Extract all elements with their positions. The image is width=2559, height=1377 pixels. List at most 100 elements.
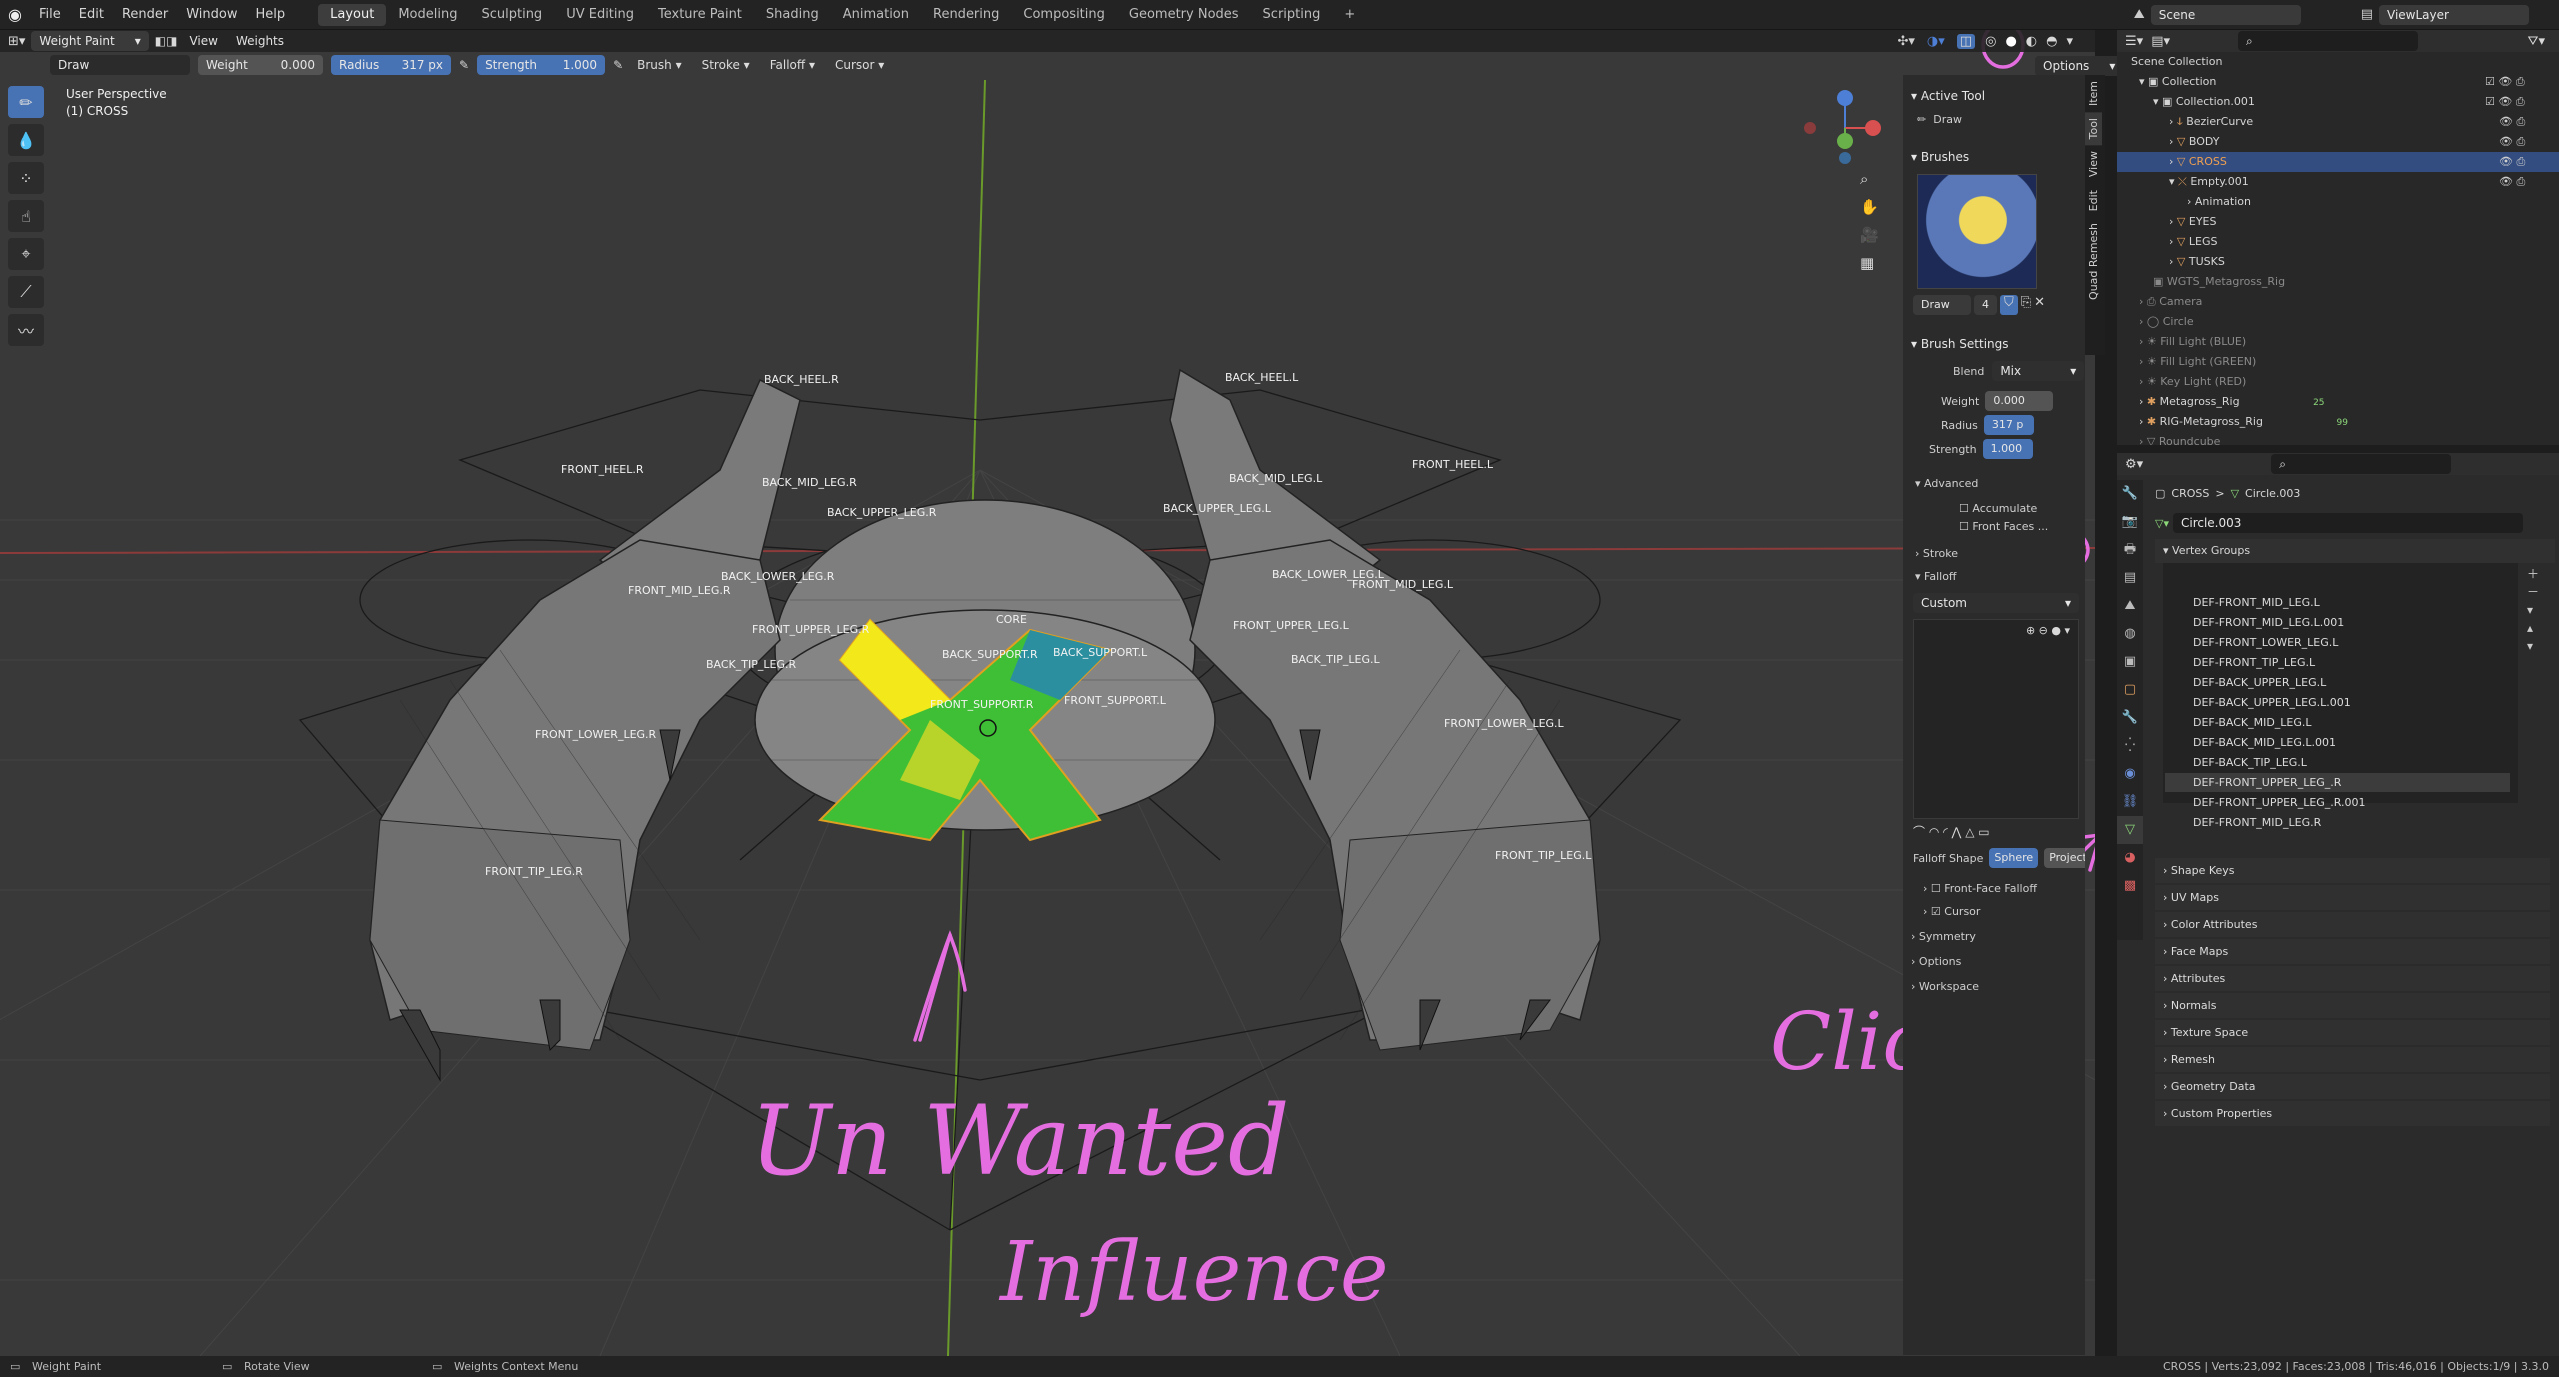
vertex-group-item[interactable]: DEF-BACK_UPPER_LEG.L.001 — [2165, 693, 2510, 712]
attributes-panel[interactable]: › Attributes — [2155, 966, 2550, 991]
face-maps-panel[interactable]: › Face Maps — [2155, 939, 2550, 964]
brush-dropdown[interactable]: Brush ▾ — [631, 58, 687, 72]
stroke-dropdown[interactable]: Stroke ▾ — [696, 58, 756, 72]
menu-view[interactable]: View — [183, 34, 223, 48]
cursor-dropdown[interactable]: Cursor ▾ — [829, 58, 890, 72]
constraints-tab-icon[interactable]: ⛓ — [2117, 788, 2143, 816]
brush-preview[interactable] — [1917, 174, 2037, 289]
remesh-panel[interactable]: › Remesh — [2155, 1047, 2550, 1072]
editor-type-icon[interactable]: ⊞▾ — [8, 34, 25, 49]
radius-field[interactable]: Radius 317 px — [331, 55, 451, 75]
falloff-shape-sphere[interactable]: Sphere — [1989, 848, 2039, 868]
vertex-group-item[interactable]: DEF-FRONT_MID_LEG.R — [2165, 813, 2510, 832]
brush-name-field[interactable]: Draw — [1913, 295, 1971, 315]
outliner-row-key-light-red[interactable]: › ☀ Key Light (RED) — [2117, 372, 2559, 392]
outliner-row-metagross-rig[interactable]: › ✱ Metagross_Rig 25 — [2117, 392, 2559, 412]
geometry-data-panel[interactable]: › Geometry Data — [2155, 1074, 2550, 1099]
render-tab-icon[interactable]: 📷 — [2117, 508, 2143, 536]
weight-field[interactable]: Weight 0.000 — [198, 55, 323, 75]
menu-edit[interactable]: Edit — [70, 7, 113, 22]
normals-panel[interactable]: › Normals — [2155, 993, 2550, 1018]
shape-keys-panel[interactable]: › Shape Keys — [2155, 858, 2550, 883]
tab-quad-remesh[interactable]: Quad Remesh — [2085, 217, 2102, 306]
menu-file[interactable]: File — [30, 7, 70, 22]
mesh-name-field[interactable]: Circle.003 — [2172, 513, 2523, 533]
3d-viewport[interactable]: BACK_HEEL.R BACK_HEEL.L FRONT_HEEL.R FRO… — [0, 30, 2095, 1356]
tool-tab-icon[interactable]: 🔧 — [2117, 480, 2143, 508]
outliner-funnel-icon[interactable]: ⛛▾ — [2528, 34, 2545, 49]
workspace-tab-texture-paint[interactable]: Texture Paint — [646, 4, 754, 26]
scene-tab-icon[interactable]: ⛰ — [2117, 592, 2143, 620]
outliner-editor[interactable]: ☰▾ ▤▾ ⌕ ⛛▾ Scene Collection ▾ ▣ Collecti… — [2117, 30, 2559, 445]
view-layer-selector[interactable]: ViewLayer — [2379, 4, 2529, 25]
advanced-subpanel-header[interactable]: ▾ Advanced — [1903, 459, 2085, 490]
overlay-toggle-icon[interactable]: ◑▾ — [1927, 34, 1945, 49]
color-attributes-panel[interactable]: › Color Attributes — [2155, 912, 2550, 937]
brushes-header[interactable]: ▾ Brushes — [1903, 146, 2085, 168]
options-dropdown[interactable]: Options ▾ — [2035, 56, 2124, 76]
outliner-row-circle[interactable]: › ◯ Circle — [2117, 312, 2559, 332]
outliner-row-roundcube[interactable]: › ▽ Roundcube — [2117, 432, 2559, 445]
shading-options-icon[interactable]: ▾ — [2066, 34, 2073, 49]
vertex-group-item[interactable]: DEF-FRONT_MID_LEG.L — [2165, 593, 2510, 612]
front-face-falloff-checkbox[interactable]: › ☐ Front-Face Falloff — [1903, 868, 2085, 895]
tab-tool[interactable]: Tool — [2085, 112, 2102, 146]
zoom-icon[interactable]: ⌕ — [1860, 170, 1879, 188]
workspace-tab-animation[interactable]: Animation — [831, 4, 921, 26]
unlink-brush-icon[interactable]: ✕ — [2034, 295, 2045, 315]
outliner-row-tusks[interactable]: › ▽ TUSKS — [2117, 252, 2559, 272]
vertex-group-item[interactable]: DEF-BACK_UPPER_LEG.L — [2165, 673, 2510, 692]
vertex-group-item[interactable]: DEF-FRONT_LOWER_LEG.L — [2165, 633, 2510, 652]
ortho-grid-icon[interactable]: ▦ — [1860, 254, 1879, 272]
custom-properties-panel[interactable]: › Custom Properties — [2155, 1101, 2550, 1126]
workspace-tab-sculpting[interactable]: Sculpting — [469, 4, 554, 26]
outliner-editor-icon[interactable]: ☰▾ — [2125, 34, 2143, 49]
vertex-groups-header[interactable]: ▾ Vertex Groups — [2155, 539, 2555, 563]
vertex-group-item-selected[interactable]: DEF-FRONT_UPPER_LEG_.R — [2165, 773, 2510, 792]
front-faces-checkbox[interactable]: ☐ Front Faces ... — [1903, 515, 2085, 533]
strength-slider[interactable]: 1.000 — [1982, 439, 2033, 459]
active-tool-field[interactable]: Draw — [50, 55, 190, 75]
xray-toggle-icon[interactable]: ◫ — [1956, 33, 1976, 49]
gradient-tool-icon[interactable]: ⟋ — [8, 276, 44, 308]
workspace-tab-scripting[interactable]: Scripting — [1251, 4, 1333, 26]
modifier-tab-icon[interactable]: 🔧 — [2117, 704, 2143, 732]
collection-tab-icon[interactable]: ▣ — [2117, 648, 2143, 676]
texture-space-panel[interactable]: › Texture Space — [2155, 1020, 2550, 1045]
object-tab-icon[interactable]: ▢ — [2117, 676, 2143, 704]
falloff-preset-dropdown[interactable]: Custom ▾ — [1913, 593, 2079, 613]
menu-help[interactable]: Help — [247, 7, 295, 22]
weight-slider[interactable]: 0.000 — [1985, 391, 2054, 411]
world-tab-icon[interactable]: ◍ — [2117, 620, 2143, 648]
outliner-scene-collection[interactable]: Scene Collection — [2117, 52, 2559, 72]
physics-tab-icon[interactable]: ◉ — [2117, 760, 2143, 788]
workspace-tab-uv-editing[interactable]: UV Editing — [554, 4, 646, 26]
gizmo-toggle-icon[interactable]: ✣▾ — [1898, 34, 1915, 49]
annotate-tool-icon[interactable]: 〰 — [8, 314, 44, 346]
texture-tab-icon[interactable]: ▩ — [2117, 872, 2143, 900]
outliner-row-animation[interactable]: › Animation — [2117, 192, 2559, 212]
vertex-group-item[interactable]: DEF-BACK_TIP_LEG.L — [2165, 753, 2510, 772]
shading-rendered-icon[interactable]: ◓ — [2046, 34, 2057, 49]
symmetry-panel-header[interactable]: › Symmetry — [1903, 918, 2085, 943]
shading-solid-icon[interactable]: ● — [2005, 34, 2016, 49]
outliner-search-input[interactable]: ⌕ — [2238, 31, 2418, 51]
workspace-panel-header[interactable]: › Workspace — [1903, 968, 2085, 993]
pan-hand-icon[interactable]: ✋ — [1860, 198, 1879, 216]
outliner-row-fill-light-blue[interactable]: › ☀ Fill Light (BLUE) — [2117, 332, 2559, 352]
active-tool-header[interactable]: ▾ Active Tool — [1903, 85, 2085, 107]
active-tool-item[interactable]: ✏ Draw — [1903, 107, 2085, 132]
tab-item[interactable]: Item — [2085, 75, 2102, 112]
workspace-tab-modeling[interactable]: Modeling — [386, 4, 469, 26]
brush-settings-header[interactable]: ▾ Brush Settings — [1903, 333, 2085, 355]
vertex-group-item[interactable]: DEF-BACK_MID_LEG.L.001 — [2165, 733, 2510, 752]
visibility-toggles[interactable]: ☑ 👁 ⎙ ☑ 👁 ⎙ 👁 ⎙ 👁 ⎙ 👁 ⎙ 👁 ⎙ — [2485, 72, 2545, 192]
workspace-tab-shading[interactable]: Shading — [754, 4, 831, 26]
vertex-group-item[interactable]: DEF-FRONT_UPPER_LEG_.R.001 — [2165, 793, 2510, 812]
paint-mask-icon[interactable]: ◧◨ — [155, 34, 178, 48]
mode-selector[interactable]: Weight Paint ▾ — [31, 31, 149, 51]
options-panel-header[interactable]: › Options — [1903, 943, 2085, 968]
strength-pressure-icon[interactable]: ✎ — [613, 58, 623, 72]
tab-edit[interactable]: Edit — [2085, 184, 2102, 217]
accumulate-checkbox[interactable]: ☐ Accumulate — [1903, 490, 2085, 515]
